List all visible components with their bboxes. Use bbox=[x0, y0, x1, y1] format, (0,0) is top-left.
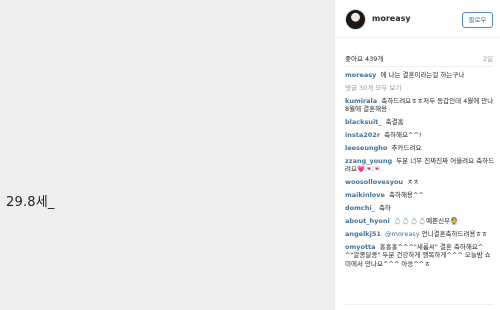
post-image: 29.8세_ bbox=[0, 0, 335, 310]
caption-author[interactable]: moreasy bbox=[345, 71, 376, 79]
post-sidebar: moreasy 팔로우 좋아요 439개 2일 moreasy 에 나는 결혼이… bbox=[335, 0, 500, 310]
comment-author[interactable]: zzang_young bbox=[345, 157, 392, 165]
comment-text: 추카드려요 bbox=[391, 143, 422, 152]
comment-author[interactable]: leeseungho bbox=[345, 144, 387, 152]
comment-item: domchi_ 축하 bbox=[345, 204, 495, 212]
comment-item: kumirala 축하드려요ㅎㅎ저두 동갑인데 4월에 만나 8월에 결혼해용 bbox=[345, 97, 495, 114]
comment-item: omyotta 홍홍홍^^^"새롬씨" 결혼 축하해요^^"알콩달콩" 두분 건… bbox=[345, 243, 495, 268]
comment-item: zzang_young 두분 너무 진짜진짜 어울려요 축하드려요💗💌💌 bbox=[345, 157, 495, 174]
comment-item: leeseungho 추카드려요 bbox=[345, 144, 495, 152]
divider bbox=[345, 66, 493, 67]
comment-item: about_hyoni 💍💍💍💍예쁜신부👰 bbox=[345, 217, 495, 225]
comment-text: 축결홈 bbox=[385, 118, 404, 127]
comment-text: 축하해용^^ bbox=[388, 191, 424, 200]
comment-item: blacksuit_ 축결홈 bbox=[345, 118, 495, 126]
follow-button[interactable]: 팔로우 bbox=[462, 12, 493, 28]
likes-row: 좋아요 439개 2일 bbox=[345, 53, 493, 63]
divider bbox=[345, 304, 493, 305]
comment-author[interactable]: insta202r bbox=[345, 131, 380, 139]
comment-author[interactable]: domchi_ bbox=[345, 204, 375, 212]
comment-text: 축하해요^^! bbox=[384, 131, 422, 140]
comment-item: angelkj51 @moreasy 언니결혼축하드려용ㅎㅎ bbox=[345, 230, 495, 238]
avatar[interactable] bbox=[345, 9, 366, 30]
comment-item: insta202r 축하해요^^! bbox=[345, 131, 495, 139]
likes-count[interactable]: 좋아요 439개 bbox=[345, 55, 383, 63]
comment-text: 축하 bbox=[378, 203, 391, 212]
author-username[interactable]: moreasy bbox=[372, 14, 411, 23]
comment-author[interactable]: blacksuit_ bbox=[345, 118, 382, 126]
comment-text: 언니결혼축하드려용ㅎㅎ bbox=[421, 229, 488, 238]
post-timestamp[interactable]: 2일 bbox=[483, 53, 493, 63]
comments-list: moreasy 에 나는 결혼이라는걸 하는구나 댓글 30개 모두 보기 ku… bbox=[345, 71, 495, 272]
comment-author[interactable]: about_hyoni bbox=[345, 217, 390, 225]
comment-item: woosollovesyou ㅊㅊ bbox=[345, 178, 495, 186]
comment-author[interactable]: woosollovesyou bbox=[345, 178, 403, 186]
post-header: moreasy 팔로우 bbox=[335, 0, 500, 38]
comment-author[interactable]: omyotta bbox=[345, 243, 376, 251]
caption-text: 에 나는 결혼이라는걸 하는구나 bbox=[380, 71, 465, 79]
comment-item: maikinlove 축하해용^^ bbox=[345, 191, 495, 199]
post-image-text: 29.8세_ bbox=[6, 195, 55, 210]
comment-text: 💍💍💍💍예쁜신부👰 bbox=[393, 216, 459, 225]
caption: moreasy 에 나는 결혼이라는걸 하는구나 bbox=[345, 71, 495, 79]
comment-text: ㅊㅊ bbox=[407, 178, 420, 187]
load-more-comments-link[interactable]: 댓글 30개 모두 보기 bbox=[345, 84, 495, 92]
comment-author[interactable]: angelkj51 bbox=[345, 230, 381, 238]
comment-author[interactable]: kumirala bbox=[345, 97, 377, 105]
comment-author[interactable]: maikinlove bbox=[345, 191, 385, 199]
comment-mention[interactable]: @moreasy bbox=[385, 230, 420, 238]
